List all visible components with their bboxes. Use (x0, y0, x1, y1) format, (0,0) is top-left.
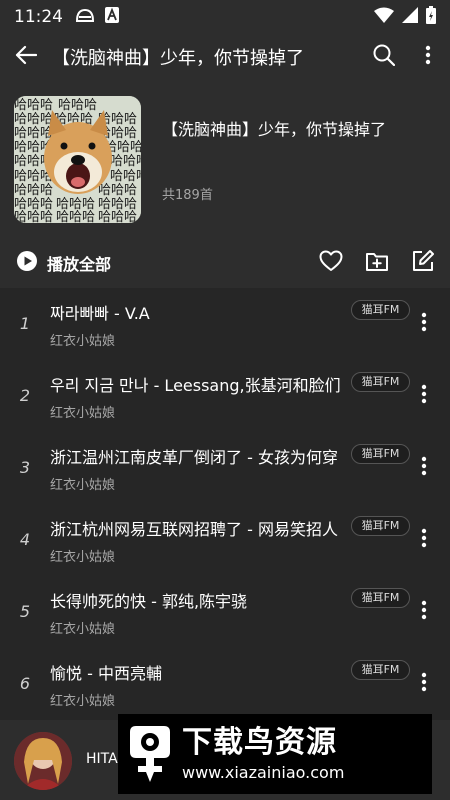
song-more-button[interactable] (410, 596, 438, 628)
song-more-button[interactable] (410, 380, 438, 412)
song-item[interactable]: 3 浙江温州江南皮革厂倒闭了 - 女孩为何穿 红衣小姑娘 猫耳FM (0, 432, 450, 504)
cover-text: 哈哈哈 (56, 210, 95, 223)
song-item[interactable]: 4 浙江杭州网易互联网招聘了 - 网易笑招人 红衣小姑娘 猫耳FM (0, 504, 450, 576)
more-vertical-icon (421, 528, 427, 552)
playlist-title: 【洗脑神曲】少年，你节操掉了 (162, 120, 387, 139)
cat-ears-icon (75, 7, 95, 27)
watermark-bird-logo (118, 716, 182, 792)
source-badge: 猫耳FM (351, 516, 410, 536)
song-index: 5 (19, 602, 31, 621)
song-item[interactable]: 2 우리 지금 만나 - Leessang,张基河和脸们 红衣小姑娘 猫耳FM (0, 360, 450, 432)
more-vertical-icon (421, 600, 427, 624)
battery-icon (426, 6, 436, 28)
song-title: 우리 지금 만나 - Leessang,张基河和脸们 (50, 376, 341, 395)
song-item[interactable]: 6 愉悦 - 中西亮輔 红衣小姑娘 猫耳FM (0, 648, 450, 720)
watermark-title: 下载鸟资源 (182, 725, 337, 760)
watermark: 下载鸟资源 www.xiazainiao.com (118, 714, 432, 794)
play-all-button[interactable]: 播放全部 (16, 250, 111, 276)
cover-text: 哈哈哈 (110, 169, 141, 184)
song-index: 6 (19, 674, 31, 693)
more-vertical-icon (421, 312, 427, 336)
cover-text: 哈哈哈 (14, 126, 53, 141)
source-badge: 猫耳FM (351, 588, 410, 608)
playlist-action-row: 播放全部 (0, 238, 450, 288)
app-bar: 【洗脑神曲】少年，你节操掉了 (0, 34, 450, 80)
song-item[interactable]: 5 长得帅死的快 - 郭纯,陈宇骁 红衣小姑娘 猫耳FM (0, 576, 450, 648)
playlist-header: 哈哈哈 哈哈哈 哈哈哈 哈哈哈 哈哈哈 哈哈哈 哈哈哈 哈哈哈 哈哈哈 哈哈哈 … (0, 80, 450, 238)
song-more-button[interactable] (410, 308, 438, 340)
add-folder-icon (365, 250, 389, 276)
more-vertical-icon (425, 45, 431, 69)
edit-icon (411, 249, 435, 277)
search-icon (373, 44, 396, 70)
source-badge: 猫耳FM (351, 300, 410, 320)
cover-text: 哈哈哈 (14, 210, 53, 223)
source-badge: 猫耳FM (351, 660, 410, 680)
song-index: 3 (19, 458, 31, 477)
font-a-icon (105, 7, 119, 27)
song-artist: 红衣小姑娘 (50, 478, 116, 493)
more-vertical-icon (421, 384, 427, 408)
add-to-folder-button[interactable] (354, 238, 400, 288)
song-title: 长得帅死的快 - 郭纯,陈宇骁 (50, 592, 248, 611)
search-button[interactable] (362, 34, 406, 80)
status-notification-icons (75, 7, 119, 27)
playlist-cover[interactable]: 哈哈哈 哈哈哈 哈哈哈 哈哈哈 哈哈哈 哈哈哈 哈哈哈 哈哈哈 哈哈哈 哈哈哈 … (14, 96, 141, 223)
song-title: 짜라빠빠 - V.A (50, 304, 150, 323)
cover-text: 哈哈哈 (110, 154, 141, 169)
song-more-button[interactable] (410, 668, 438, 700)
song-artist: 红衣小姑娘 (50, 622, 116, 637)
song-count: 共189首 (162, 188, 213, 203)
player-title: HITA (86, 751, 118, 767)
page-title: 【洗脑神曲】少年，你节操掉了 (52, 48, 304, 69)
cover-text: 哈哈哈 (14, 98, 53, 113)
cover-text: 哈哈哈 (14, 183, 53, 198)
heart-icon (319, 250, 343, 276)
favorite-button[interactable] (308, 238, 354, 288)
song-item[interactable]: 1 짜라빠빠 - V.A 红衣小姑娘 猫耳FM (0, 288, 450, 360)
source-badge: 猫耳FM (351, 444, 410, 464)
song-title: 愉悦 - 中西亮輔 (50, 664, 162, 683)
song-index: 4 (19, 530, 31, 549)
back-button[interactable] (0, 34, 52, 80)
wifi-icon (374, 7, 394, 27)
cover-doge-image: 哈哈哈 哈哈哈 哈哈哈 哈哈哈 哈哈哈 哈哈哈 哈哈哈 哈哈哈 哈哈哈 哈哈哈 … (14, 96, 141, 223)
play-all-label: 播放全部 (47, 255, 112, 274)
cover-text: 哈哈哈 (98, 183, 137, 198)
song-more-button[interactable] (410, 452, 438, 484)
watermark-url: www.xiazainiao.com (182, 763, 345, 782)
more-vertical-icon (421, 672, 427, 696)
song-title: 浙江杭州网易互联网招聘了 - 网易笑招人 (50, 520, 338, 539)
song-artist: 红衣小姑娘 (50, 334, 116, 349)
song-more-button[interactable] (410, 524, 438, 556)
song-index: 2 (19, 386, 31, 405)
source-badge: 猫耳FM (351, 372, 410, 392)
status-system-icons (374, 6, 436, 28)
cover-text: 哈哈哈 (98, 210, 137, 223)
more-vertical-icon (421, 456, 427, 480)
cover-text: 哈哈哈 (14, 112, 53, 127)
song-title: 浙江温州江南皮革厂倒闭了 - 女孩为何穿 (50, 448, 338, 467)
play-circle-icon (16, 250, 38, 276)
edit-button[interactable] (400, 238, 446, 288)
song-artist: 红衣小姑娘 (50, 406, 116, 421)
signal-icon (402, 7, 418, 27)
cover-text: 哈哈哈 (58, 98, 97, 113)
back-arrow-icon (15, 45, 38, 69)
song-artist: 红衣小姑娘 (50, 694, 116, 709)
status-bar: 11:24 (0, 0, 450, 34)
status-time: 11:24 (14, 7, 63, 27)
more-options-button[interactable] (406, 34, 450, 80)
player-cover (14, 732, 72, 790)
song-list: 1 짜라빠빠 - V.A 红衣小姑娘 猫耳FM 2 우리 지금 만나 - Lee… (0, 288, 450, 720)
song-index: 1 (19, 314, 31, 333)
song-artist: 红衣小姑娘 (50, 550, 116, 565)
